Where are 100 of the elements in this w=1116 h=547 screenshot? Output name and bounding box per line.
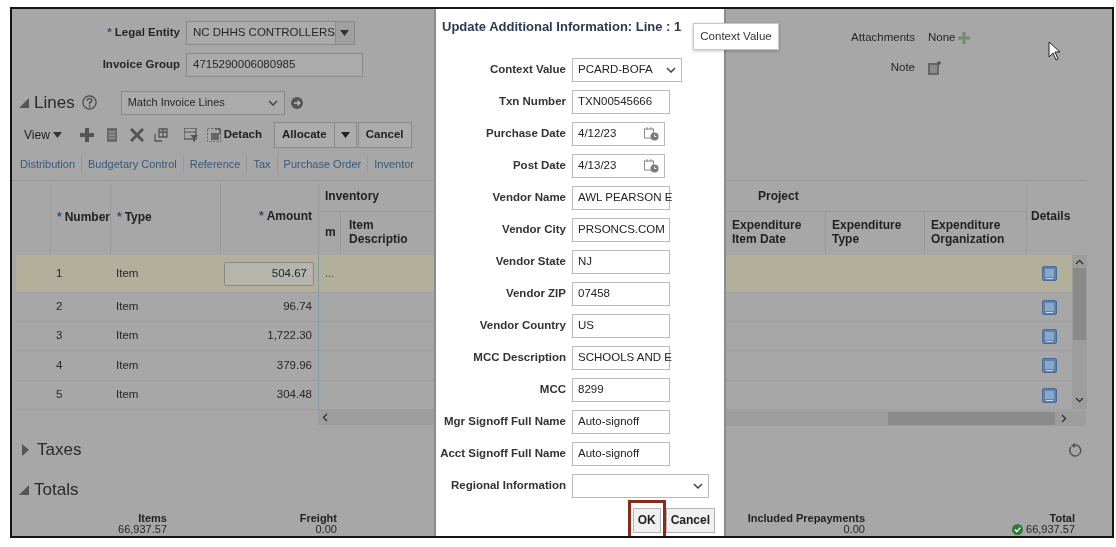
total-value: 0.00	[315, 524, 337, 535]
filter-table-icon[interactable]	[183, 128, 198, 142]
table-row[interactable]: 3 Item 1,722.30	[16, 322, 434, 351]
input-field[interactable]: NJ	[572, 249, 670, 274]
field-label: Vendor Country	[478, 317, 566, 333]
column-header: Type	[124, 211, 152, 225]
vertical-scrollbar[interactable]	[1072, 255, 1087, 410]
total-value: 66,937.57	[1026, 524, 1075, 535]
table-split-icon[interactable]	[153, 128, 168, 142]
total-label: Total	[1048, 513, 1075, 524]
select-field[interactable]: NC DHHS CONTROLLERS	[186, 21, 355, 45]
add-icon[interactable]	[79, 128, 94, 142]
refresh-icon[interactable]	[1068, 443, 1082, 457]
table-cell-text: Item	[115, 357, 140, 373]
column-header: Details	[1031, 210, 1071, 224]
total-label: Included Prepayments	[746, 513, 865, 524]
date-field[interactable]: 4/12/23	[572, 121, 665, 146]
horizontal-scrollbar[interactable]	[726, 411, 1086, 427]
required-mark: *	[57, 211, 62, 225]
table-cell-text: 96.74	[282, 299, 313, 315]
field-label: Txn Number	[497, 93, 566, 109]
column-header: Expenditure Organization	[931, 218, 1006, 247]
field-label: Regional Information	[450, 477, 566, 493]
input-field[interactable]: TXN00545666	[572, 89, 670, 114]
document-icon[interactable]	[104, 128, 119, 142]
detach-icon[interactable]	[206, 128, 221, 142]
table-cell-text: Item	[115, 265, 140, 281]
field-label-text: Invoice Group	[102, 58, 180, 71]
required-mark: *	[117, 211, 122, 225]
lookup-button[interactable]: ...	[325, 265, 335, 282]
chevron-down-icon[interactable]	[666, 66, 676, 73]
section-title: Taxes	[37, 439, 82, 462]
table-cell-text: 3	[55, 328, 64, 344]
table-cell-text: 1,722.30	[266, 328, 313, 344]
field-label: Post Date	[511, 157, 566, 173]
total-label: Freight	[298, 513, 337, 524]
attachments-value: None	[928, 30, 956, 45]
table-row[interactable]: 4 Item 379.96	[16, 351, 434, 381]
cancel-button[interactable]: Cancel	[357, 122, 412, 148]
chevron-down-icon[interactable]	[693, 482, 703, 489]
field-label: Mgr Signoff Full Name	[442, 413, 566, 429]
table-cell-text: Item	[115, 387, 140, 403]
input-field[interactable]: 8299	[572, 377, 670, 402]
total-label: Items	[137, 513, 167, 524]
horizontal-scrollbar[interactable]	[318, 410, 434, 425]
select-field[interactable]: PCARD-BOFA	[572, 57, 682, 82]
details-icon[interactable]	[1041, 266, 1057, 281]
help-icon[interactable]	[81, 95, 97, 110]
field-label: Purchase Date	[485, 125, 566, 141]
calendar-icon[interactable]	[644, 126, 659, 141]
table-row[interactable]: 1 Item 504.67 ...	[16, 255, 434, 293]
caret-icon[interactable]	[52, 132, 62, 138]
dropdown-caret-icon[interactable]	[340, 30, 350, 36]
date-field[interactable]: 4/13/23	[572, 153, 665, 178]
input-field[interactable]: AWL PEARSON E	[572, 185, 670, 210]
details-icon[interactable]	[1041, 358, 1057, 373]
details-icon[interactable]	[1041, 299, 1057, 315]
total-value: 0.00	[843, 524, 865, 535]
column-header: m	[325, 225, 336, 240]
cancel-button[interactable]: Cancel	[665, 507, 715, 533]
column-group-header: Project	[758, 190, 799, 204]
input-field[interactable]: 07458	[572, 281, 670, 306]
field-label-text: Legal Entity	[114, 26, 180, 39]
detach-button[interactable]: Detach	[223, 126, 263, 144]
input-field[interactable]: 4715290006080985	[186, 53, 363, 77]
view-menu[interactable]: View	[24, 126, 62, 144]
tooltip: Context Value	[693, 23, 779, 50]
input-field[interactable]: Auto-signoff	[572, 409, 670, 434]
allocate-menu-button[interactable]	[334, 122, 357, 148]
input-field[interactable]: US	[572, 313, 670, 338]
note-icon[interactable]	[928, 60, 942, 75]
chevron-down-icon[interactable]	[267, 99, 278, 106]
select-field[interactable]	[572, 473, 709, 498]
field-label: Vendor State	[494, 253, 566, 269]
details-icon[interactable]	[1041, 387, 1057, 403]
ok-button[interactable]: OK	[632, 507, 661, 533]
collapse-triangle-icon[interactable]	[19, 485, 29, 495]
select-field[interactable]: Match Invoice Lines	[120, 90, 285, 115]
input-field[interactable]: PRSONCS.COM	[572, 217, 670, 242]
table-row[interactable]: 2 Item 96.74	[16, 293, 434, 322]
field-label: Attachments	[851, 30, 915, 45]
delete-icon[interactable]	[129, 128, 144, 142]
input-field[interactable]: SCHOOLS AND E	[572, 345, 670, 370]
amount-field[interactable]: 504.67	[224, 261, 314, 286]
collapse-triangle-icon[interactable]	[19, 97, 29, 108]
column-group-header: Inventory	[325, 190, 379, 204]
input-field[interactable]: Auto-signoff	[572, 441, 670, 466]
expand-triangle-icon[interactable]	[22, 444, 29, 456]
allocate-button[interactable]: Allocate	[274, 122, 335, 148]
table-cell-text: Item	[115, 328, 140, 344]
mouse-cursor-icon	[1048, 41, 1062, 61]
details-icon[interactable]	[1041, 328, 1057, 344]
caret-icon[interactable]	[340, 132, 350, 138]
section-title: Totals	[34, 479, 79, 502]
field-label: Vendor City	[501, 221, 566, 237]
calendar-icon[interactable]	[644, 158, 659, 173]
go-icon[interactable]	[290, 96, 303, 109]
field-label: Acct Signoff Full Name	[439, 445, 566, 461]
field-label: Vendor ZIP	[504, 285, 566, 301]
required-mark: *	[107, 26, 112, 39]
